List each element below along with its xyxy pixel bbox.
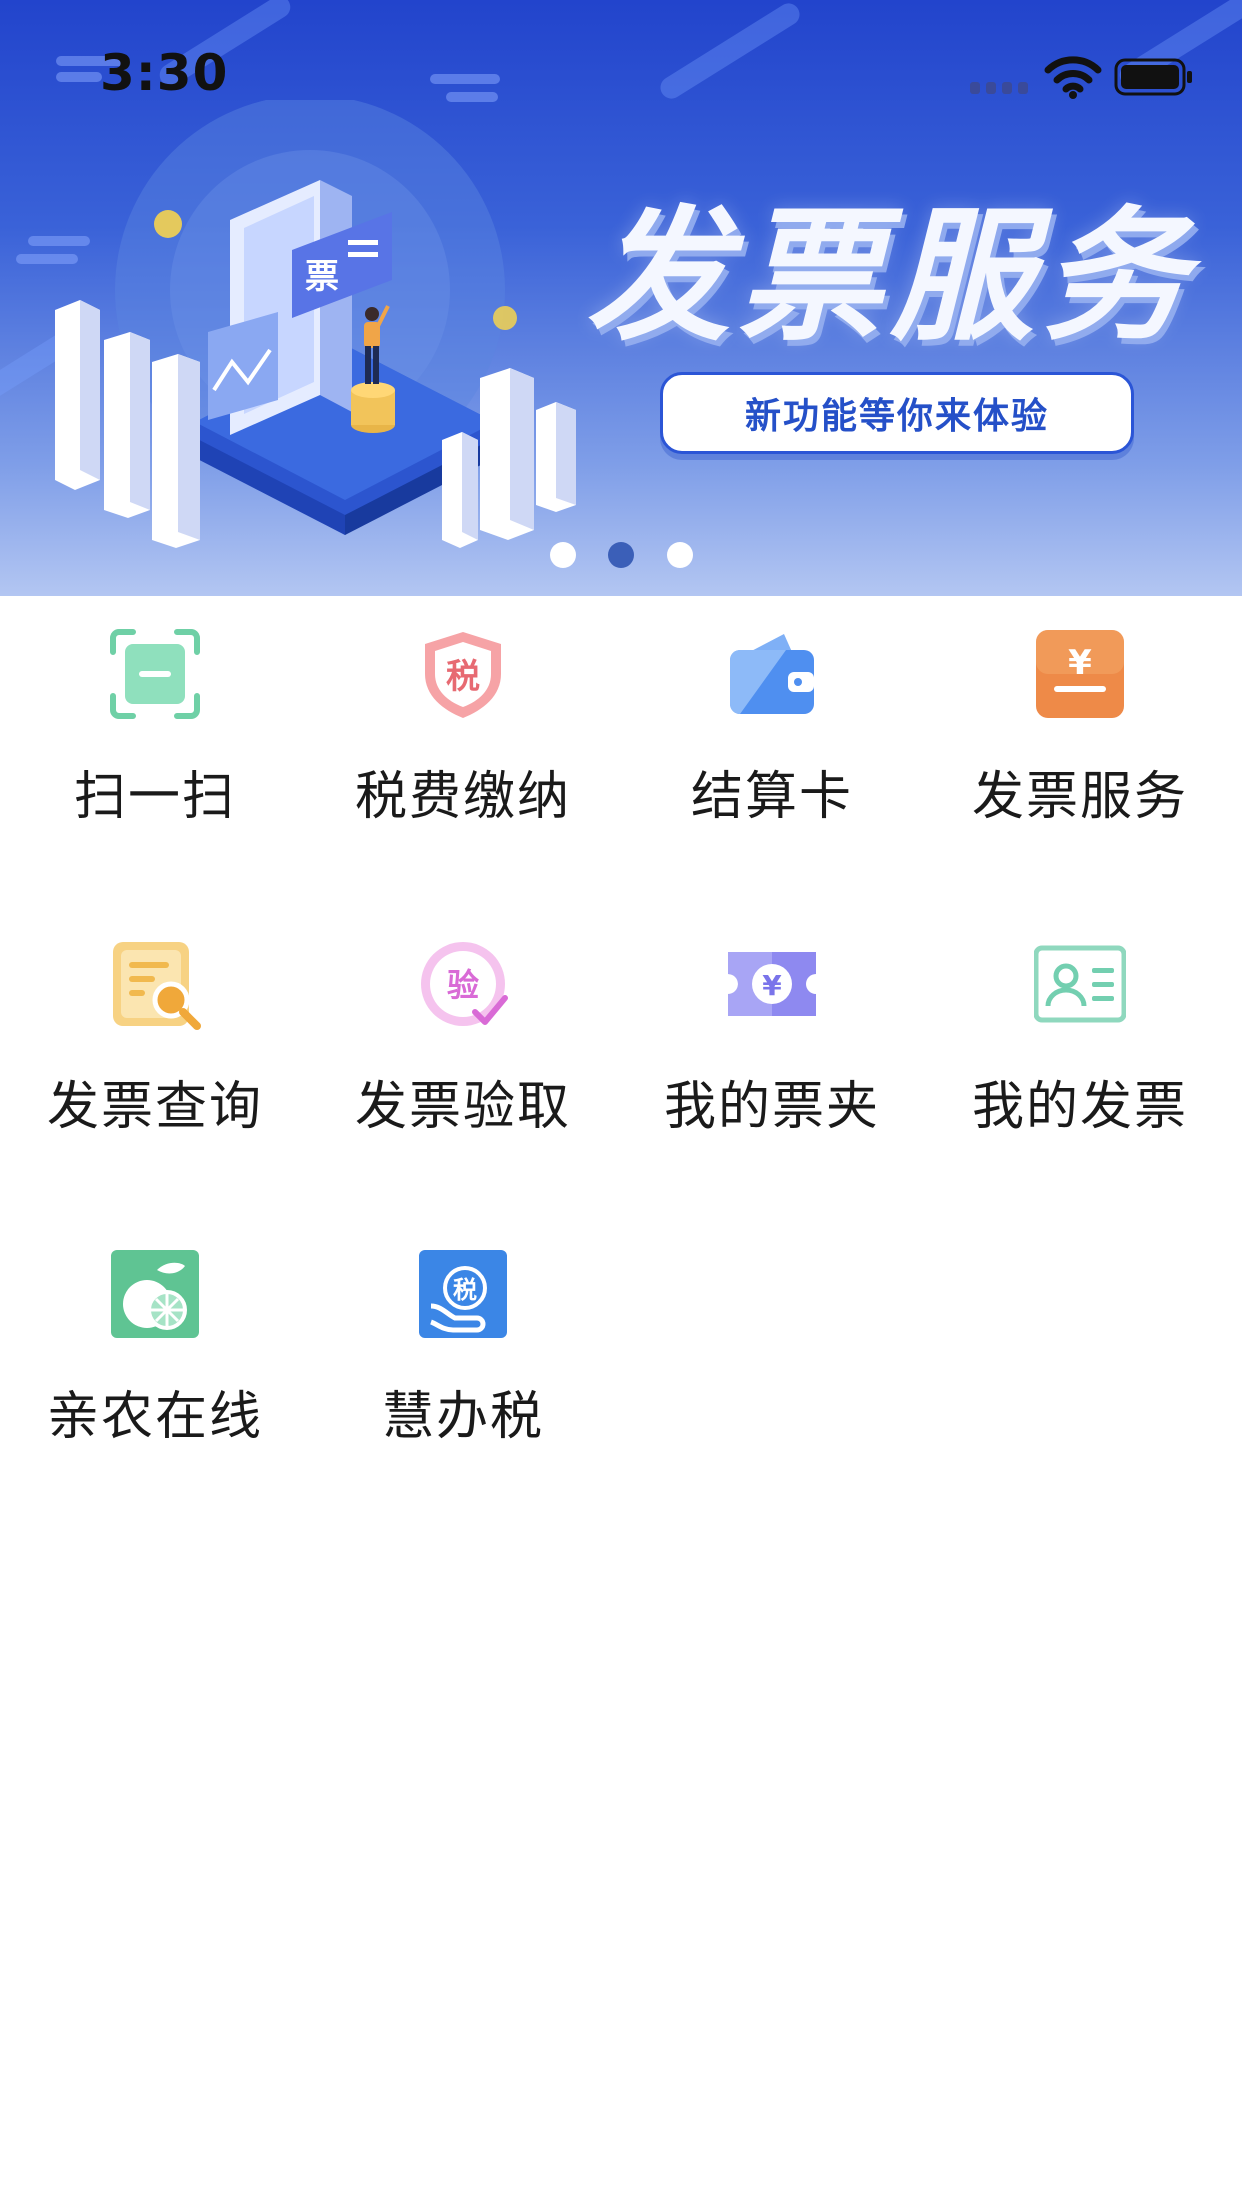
- pager-dot[interactable]: [550, 542, 576, 568]
- grid-item-label: 结算卡: [690, 767, 853, 827]
- wifi-icon: [1044, 56, 1102, 99]
- grid-item-label: 发票查询: [46, 1077, 263, 1137]
- grid-item-farm-online[interactable]: 亲农在线: [0, 1216, 310, 1456]
- grid-item-scan[interactable]: 扫一扫: [0, 596, 310, 836]
- invoice-search-icon: [113, 942, 201, 1030]
- banner-headline: 发票服务: [586, 192, 1195, 360]
- status-time: 3:30: [100, 44, 229, 102]
- tax-shield-icon: 税: [425, 632, 501, 718]
- try-new-feature-button[interactable]: 新功能等你来体验: [660, 372, 1134, 454]
- grid-item-my-invoices[interactable]: 我的发票: [925, 906, 1235, 1146]
- cellular-signal-icon: [970, 82, 1032, 94]
- invoice-yen-icon: ¥: [1036, 630, 1124, 718]
- grid-item-label: 税费缴纳: [354, 767, 571, 827]
- ticket-glyph: 票: [305, 257, 339, 297]
- scan-icon: [110, 629, 200, 719]
- hand-tax-icon: 税: [419, 1250, 507, 1338]
- grid-item-smart-tax[interactable]: 税 慧办税: [308, 1216, 618, 1456]
- grid-item-label: 发票服务: [971, 767, 1188, 827]
- orange-fruit-icon: [111, 1250, 199, 1338]
- grid-item-label: 扫一扫: [73, 767, 236, 827]
- grid-item-tax-payment[interactable]: 税 税费缴纳: [308, 596, 618, 836]
- icon-glyph: 验: [447, 966, 479, 1004]
- grid-item-label: 亲农在线: [46, 1387, 263, 1447]
- grid-item-label: 我的发票: [971, 1077, 1188, 1137]
- grid-item-invoice-service[interactable]: ¥ 发票服务: [925, 596, 1235, 836]
- grid-item-invoice-query[interactable]: 发票查询: [0, 906, 310, 1146]
- icon-glyph: 税: [446, 657, 480, 697]
- grid-item-settlement-card[interactable]: 结算卡: [617, 596, 927, 836]
- wallet-icon: [730, 634, 814, 714]
- pager-dot[interactable]: [667, 542, 693, 568]
- battery-icon: [1114, 58, 1192, 96]
- grid-item-label: 我的票夹: [663, 1077, 880, 1137]
- invoice-illustration: 票: [55, 100, 576, 548]
- icon-glyph: 税: [453, 1276, 477, 1304]
- grid-item-ticket-folder[interactable]: ¥ 我的票夹: [617, 906, 927, 1146]
- pager-dot-active[interactable]: [608, 542, 634, 568]
- status-bar: 3:30: [0, 0, 1242, 150]
- icon-glyph: ¥: [1068, 643, 1092, 683]
- ticket-clip-icon: ¥: [728, 952, 816, 1016]
- banner-pager[interactable]: [0, 542, 1242, 568]
- icon-glyph: ¥: [762, 969, 782, 1002]
- promo-banner[interactable]: 票 发票服务 新功能等你来体验 3:30: [0, 0, 1242, 596]
- grid-item-invoice-verify[interactable]: 验 发票验取: [308, 906, 618, 1146]
- grid-item-label: 慧办税: [381, 1387, 544, 1447]
- verify-icon: 验: [421, 942, 508, 1026]
- id-card-icon: [1034, 945, 1126, 1023]
- grid-item-label: 发票验取: [354, 1077, 571, 1137]
